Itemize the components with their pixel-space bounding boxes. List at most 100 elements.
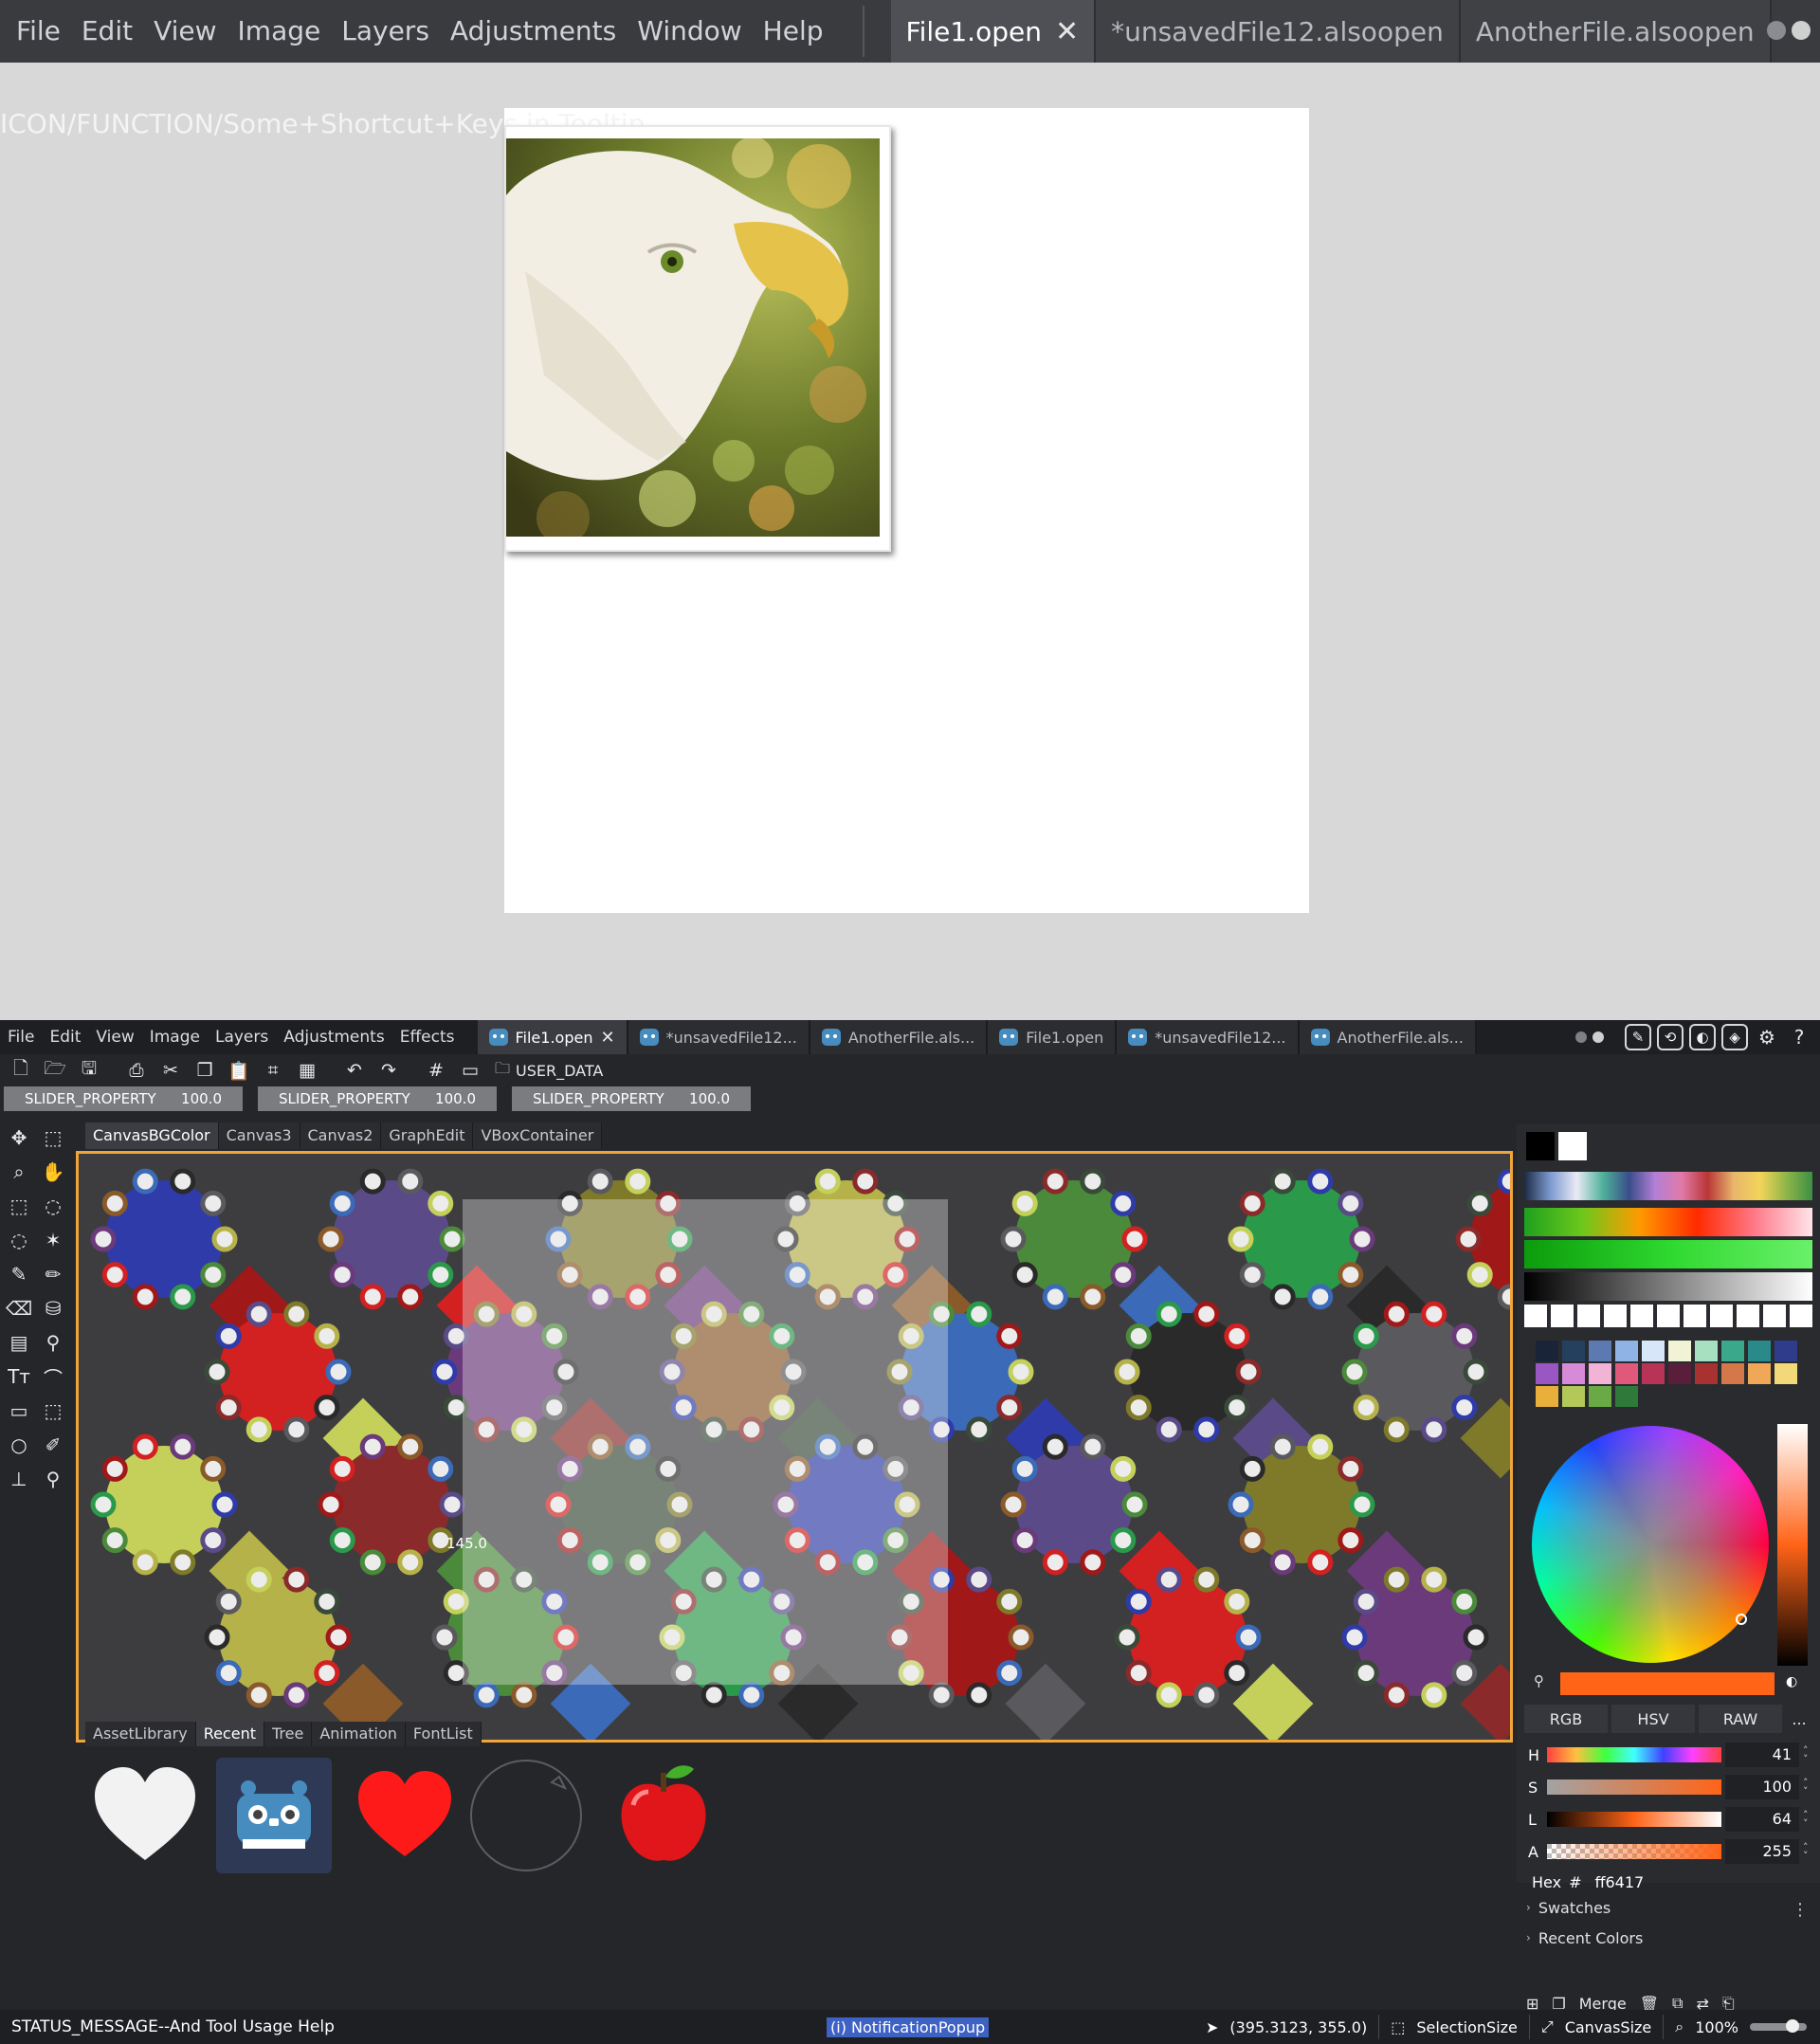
scroll-right-icon[interactable] [1592,1031,1604,1043]
tab-canvas3[interactable]: Canvas3 [218,1122,300,1149]
scroll-left-icon[interactable] [1575,1031,1587,1043]
user-data-button[interactable]: 🗀 USER_DATA [495,1058,603,1084]
close-icon[interactable]: ✕ [1055,15,1079,48]
tab-unsaved-file12[interactable]: *unsavedFile12.alsoopen [1096,0,1461,63]
mode-raw[interactable]: RAW [1699,1705,1782,1733]
color-wheel[interactable] [1532,1426,1769,1663]
godot-logo-icon[interactable] [216,1758,332,1873]
eyedropper-icon[interactable]: ⚲ [1534,1672,1544,1689]
eyedropper-icon[interactable]: ⚲ [36,1325,70,1360]
more-options-icon[interactable]: ⋮ [1792,1900,1809,1920]
menu-edit[interactable]: Edit [71,0,143,63]
text-icon[interactable]: Tт [2,1360,36,1394]
mode-rgb[interactable]: RGB [1524,1705,1608,1733]
ruler-icon[interactable]: ▭ [455,1056,485,1085]
save-icon[interactable]: 🖫 [74,1056,104,1085]
new-file-icon[interactable]: 🗋 [6,1056,36,1085]
move-icon[interactable]: ✥ [2,1121,36,1155]
marquee-icon[interactable]: ⬚ [2,1189,36,1223]
bucket-icon[interactable]: ⛁ [36,1291,70,1325]
tab-file1[interactable]: File1.open ✕ [890,0,1097,63]
menu-file[interactable]: File [6,0,71,63]
brush-mode-icon[interactable]: ✎ [1625,1024,1651,1050]
tab-vboxcontainer[interactable]: VBoxContainer [473,1122,603,1149]
gear-icon[interactable]: ⚙ [1754,1026,1780,1049]
channel-value[interactable]: 41 [1725,1743,1799,1767]
slider-property-1[interactable]: SLIDER_PROPERTY 100.0 [4,1086,243,1111]
channel-value[interactable]: 255 [1725,1839,1799,1864]
tab-canvas2[interactable]: Canvas2 [300,1122,382,1149]
lightness-slider[interactable] [1777,1424,1808,1666]
grid-icon[interactable]: # [421,1056,451,1085]
brush-icon[interactable]: ✎ [2,1257,36,1291]
tab-another-file[interactable]: AnotherFile.alsoopen [1460,0,1772,63]
color-wheel-marker[interactable] [1736,1614,1747,1625]
pencil-icon[interactable]: ✏ [36,1257,70,1291]
ellipse-icon[interactable]: ○ [2,1428,36,1462]
swatches-section[interactable]: › Swatches [1526,1892,1811,1923]
tab-tree[interactable]: Tree [264,1722,313,1746]
menu-adjustments[interactable]: Adjustments [440,0,627,63]
menu-file[interactable]: File [0,1028,42,1047]
eraser-icon[interactable]: ⌫ [2,1291,36,1325]
channel-value[interactable]: 100 [1725,1775,1799,1799]
tab-file1[interactable]: File1.open ✕ [477,1020,628,1054]
notification-popup[interactable]: (i) NotificationPopup [827,2017,990,2037]
crop-icon[interactable]: ⌗ [258,1056,288,1085]
spin-icon[interactable]: ˄ ˅ [1803,1745,1809,1764]
menu-view[interactable]: View [143,0,227,63]
copy-icon[interactable]: ❐ [190,1056,220,1085]
menu-image[interactable]: Image [142,1028,208,1047]
eagle-photo-frame[interactable] [504,125,891,552]
red-heart-icon[interactable] [347,1758,463,1873]
tab-file1-copy[interactable]: File1.open [988,1020,1118,1054]
scroll-left-icon[interactable] [1767,21,1786,40]
white-swatches[interactable] [1524,1305,1812,1327]
menu-help[interactable]: Help [753,0,834,63]
apple-icon[interactable] [607,1758,722,1873]
rectangle-icon[interactable]: ▭ [2,1394,36,1428]
open-folder-icon[interactable]: 🗁 [40,1056,70,1085]
tab-canvas-bgcolor[interactable]: CanvasBGColor [85,1122,219,1149]
history-icon[interactable]: ⟲ [1657,1024,1684,1050]
hand-icon[interactable]: ✋ [36,1155,70,1189]
menu-effects[interactable]: Effects [392,1028,463,1047]
preset-swatches[interactable] [1536,1341,1799,1407]
rect-select-icon[interactable]: ⬚ [36,1121,70,1155]
menu-view[interactable]: View [88,1028,141,1047]
main-canvas[interactable]: 145.0 1 2 3 4 5 6 7 8 9 [76,1151,1513,1743]
canvas-selection-area[interactable] [463,1199,948,1685]
tab-animation[interactable]: Animation [312,1722,406,1746]
gradient-icon[interactable]: ▤ [2,1325,36,1360]
slider-property-3[interactable]: SLIDER_PROPERTY 100.0 [512,1086,751,1111]
redo-icon[interactable]: ↷ [373,1056,404,1085]
undo-icon[interactable]: ↶ [339,1056,370,1085]
circle-outline-icon[interactable] [468,1758,584,1873]
mode-more[interactable]: ... [1786,1705,1812,1733]
lightness-channel-slider[interactable] [1547,1812,1721,1827]
mode-hsv[interactable]: HSV [1611,1705,1695,1733]
tab-unsaved-file12[interactable]: *unsavedFile12... [628,1020,810,1054]
tab-graphedit[interactable]: GraphEdit [381,1122,474,1149]
tab-recent[interactable]: Recent [195,1722,264,1746]
channel-value[interactable]: 64 [1725,1807,1799,1832]
select-dashed-icon[interactable]: ⬚ [36,1394,70,1428]
magic-wand-icon[interactable]: ✶ [36,1223,70,1257]
help-icon[interactable]: ? [1786,1026,1812,1049]
contrast-icon[interactable]: ◐ [1689,1024,1716,1050]
tab-asset-library[interactable]: AssetLibrary [85,1722,196,1746]
tab-another-file[interactable]: AnotherFile.als... [810,1020,989,1054]
menu-adjustments[interactable]: Adjustments [276,1028,391,1047]
menu-window[interactable]: Window [627,0,752,63]
menu-edit[interactable]: Edit [42,1028,88,1047]
hex-input[interactable]: ff6417 [1594,1873,1644,1891]
stamp-icon[interactable]: ⊥ [2,1462,36,1496]
toggle-icon[interactable]: ◐ [1786,1674,1797,1689]
spin-icon[interactable]: ˄ ˅ [1803,1810,1809,1829]
hue-strip[interactable] [1524,1208,1812,1236]
cut-icon[interactable]: ✂ [155,1056,186,1085]
layers-icon[interactable]: ◈ [1721,1024,1748,1050]
menu-layers[interactable]: Layers [331,0,440,63]
menu-layers[interactable]: Layers [208,1028,276,1047]
menu-image[interactable]: Image [228,0,332,63]
